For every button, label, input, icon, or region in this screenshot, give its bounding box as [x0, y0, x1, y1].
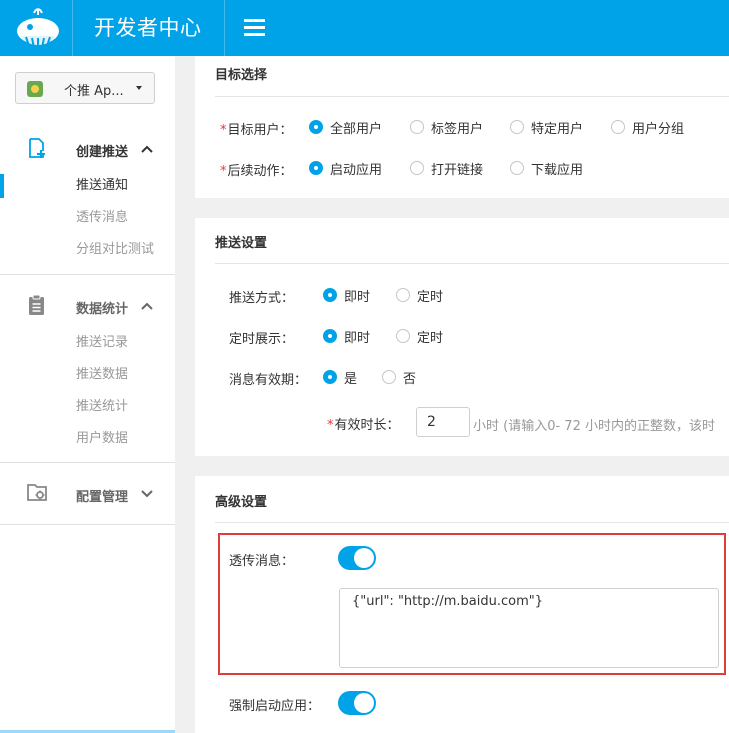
duration-label-text: 有效时长：: [334, 418, 400, 433]
radio-open-link[interactable]: [410, 161, 424, 175]
sidebar: 个推 Ap... 创建推送 推送通知 透传消息 分组对比测试 数据统计 推送记录…: [0, 56, 175, 733]
radio-label-validity-yes[interactable]: 是: [344, 368, 357, 387]
required-mark: *: [220, 164, 227, 179]
required-mark: *: [220, 123, 227, 138]
radio-label-tag-users[interactable]: 标签用户: [431, 118, 483, 137]
logo-icon: [17, 8, 59, 49]
target-users-label-text: 目标用户：: [227, 123, 293, 138]
caret-down-icon: [136, 86, 142, 90]
sidebar-item-passthrough-message[interactable]: 透传消息: [76, 206, 128, 225]
app-selector-label: 个推 Ap...: [64, 84, 124, 99]
radio-user-groups[interactable]: [611, 120, 625, 134]
panel-divider: [215, 96, 729, 97]
radio-validity-yes[interactable]: [323, 370, 337, 384]
chevron-up-icon[interactable]: [141, 301, 153, 311]
header-divider: [224, 0, 225, 56]
passthrough-content-textarea[interactable]: {"url": "http://m.baidu.com"}: [339, 588, 719, 668]
radio-label-download-app[interactable]: 下载应用: [531, 159, 583, 178]
app-selector[interactable]: 个推 Ap...: [15, 72, 155, 104]
sidebar-item-push-stats[interactable]: 推送统计: [76, 395, 128, 414]
sidebar-item-push-notification[interactable]: 推送通知: [76, 174, 128, 193]
app-icon: [27, 81, 43, 97]
radio-label-all-users[interactable]: 全部用户: [330, 118, 382, 137]
panel-divider: [215, 522, 729, 523]
clipboard-icon: [29, 294, 44, 315]
nav-group-statistics[interactable]: 数据统计: [76, 298, 128, 317]
duration-hint: 小时 (请输入0- 72 小时内的正整数，该时: [473, 419, 715, 434]
sidebar-item-push-records[interactable]: 推送记录: [76, 331, 128, 350]
sidebar-divider: [0, 462, 175, 463]
force-launch-label: 强制启动应用：: [229, 699, 321, 714]
radio-label-open-link[interactable]: 打开链接: [431, 159, 483, 178]
radio-launch-app[interactable]: [309, 161, 323, 175]
sidebar-item-ab-test[interactable]: 分组对比测试: [76, 238, 154, 257]
active-indicator: [0, 174, 4, 198]
radio-specific-users[interactable]: [510, 120, 524, 134]
radio-method-scheduled[interactable]: [396, 288, 410, 302]
duration-input[interactable]: [416, 407, 470, 437]
push-settings-panel: 推送设置 推送方式： 即时 定时 定时展示： 即时 定时 消息有效期： 是 否 …: [195, 218, 729, 456]
scheduled-display-label: 定时展示：: [229, 332, 295, 347]
radio-label-launch-app[interactable]: 启动应用: [330, 159, 382, 178]
chevron-up-icon[interactable]: [141, 144, 153, 154]
follow-up-action-label-text: 后续动作：: [227, 164, 293, 179]
radio-all-users[interactable]: [309, 120, 323, 134]
radio-validity-no[interactable]: [382, 370, 396, 384]
sidebar-divider: [0, 274, 175, 275]
sidebar-divider: [0, 524, 175, 525]
push-method-label: 推送方式：: [229, 291, 295, 306]
nav-group-config[interactable]: 配置管理: [76, 486, 128, 505]
panel-divider: [215, 263, 729, 264]
radio-label-user-groups[interactable]: 用户分组: [632, 118, 684, 137]
header-divider: [72, 0, 73, 56]
top-bar: 开发者中心: [0, 0, 729, 56]
sidebar-item-push-data[interactable]: 推送数据: [76, 363, 128, 382]
create-push-icon: [29, 138, 45, 158]
sidebar-item-user-data[interactable]: 用户数据: [76, 427, 128, 446]
passthrough-label: 透传消息：: [229, 554, 295, 569]
target-users-label: *目标用户：: [220, 119, 293, 138]
required-mark: *: [327, 418, 334, 433]
duration-label: *有效时长：: [327, 414, 400, 433]
passthrough-toggle[interactable]: [338, 546, 376, 570]
nav-group-create-push[interactable]: 创建推送: [76, 141, 128, 160]
radio-display-immediate[interactable]: [323, 329, 337, 343]
radio-label-display-immediate[interactable]: 即时: [344, 327, 370, 346]
panel-title: 目标选择: [215, 68, 268, 83]
brand-title: 开发者中心: [94, 16, 202, 40]
radio-label-method-immediate[interactable]: 即时: [344, 286, 370, 305]
radio-label-display-scheduled[interactable]: 定时: [417, 327, 443, 346]
radio-label-validity-no[interactable]: 否: [403, 368, 416, 387]
panel-title: 推送设置: [215, 236, 268, 251]
radio-tag-users[interactable]: [410, 120, 424, 134]
force-launch-toggle[interactable]: [338, 691, 376, 715]
panel-title: 高级设置: [215, 495, 268, 510]
validity-label: 消息有效期：: [229, 373, 308, 388]
radio-method-immediate[interactable]: [323, 288, 337, 302]
folder-gear-icon: [27, 484, 47, 501]
radio-label-specific-users[interactable]: 特定用户: [531, 118, 583, 137]
radio-display-scheduled[interactable]: [396, 329, 410, 343]
hamburger-menu-icon[interactable]: [244, 19, 265, 36]
radio-download-app[interactable]: [510, 161, 524, 175]
follow-up-action-label: *后续动作：: [220, 160, 293, 179]
target-selection-panel: 目标选择 *目标用户： 全部用户 标签用户 特定用户 用户分组 *后续动作： 启…: [195, 56, 729, 198]
radio-label-method-scheduled[interactable]: 定时: [417, 286, 443, 305]
chevron-down-icon[interactable]: [141, 488, 153, 498]
